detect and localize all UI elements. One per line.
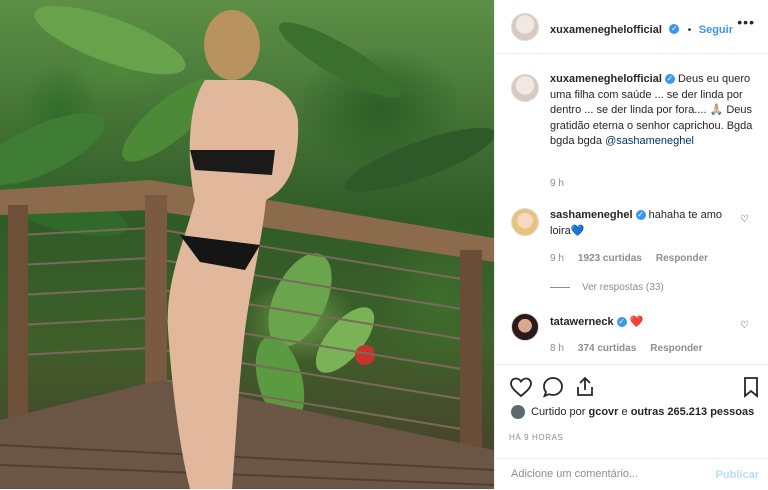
caption-mention-link[interactable]: @sashameneghel bbox=[605, 135, 694, 147]
caption-avatar[interactable] bbox=[511, 74, 539, 102]
comment-username[interactable]: sashameneghel bbox=[550, 209, 633, 221]
post-side-panel: xuxameneghelofficial ✓ • Seguir ••• xuxa… bbox=[494, 0, 768, 489]
post-actions: Curtido por gcovr e outras 265.213 pesso… bbox=[495, 364, 768, 489]
caption-username[interactable]: xuxameneghelofficial bbox=[550, 73, 662, 85]
comment-likes[interactable]: 1923 curtidas bbox=[578, 253, 642, 264]
comment-like-heart-icon[interactable]: ♡ bbox=[740, 214, 749, 225]
comment-username[interactable]: tatawerneck bbox=[550, 316, 614, 328]
add-comment-bar: Publicar bbox=[495, 458, 768, 490]
header-username[interactable]: xuxameneghelofficial bbox=[550, 24, 662, 36]
comment-text: tatawerneck ✓ ❤️ bbox=[550, 315, 730, 331]
heart-icon[interactable] bbox=[509, 375, 533, 399]
comment-meta: 8 h 374 curtidas Responder bbox=[550, 343, 717, 354]
liker-avatar[interactable] bbox=[511, 405, 525, 419]
post-photo[interactable] bbox=[0, 0, 494, 489]
comment-reply-button[interactable]: Responder bbox=[656, 253, 708, 264]
comment-avatar[interactable] bbox=[511, 208, 539, 236]
caption-time[interactable]: 9 h bbox=[550, 178, 564, 189]
comment-avatar[interactable] bbox=[511, 313, 539, 341]
view-replies-button[interactable]: Ver respostas (33) bbox=[550, 282, 664, 293]
header-user-row: xuxameneghelofficial ✓ • Seguir bbox=[550, 20, 733, 38]
comment-icon[interactable] bbox=[541, 375, 565, 399]
comment-likes[interactable]: 374 curtidas bbox=[578, 343, 636, 354]
comment-time[interactable]: 9 h bbox=[550, 253, 564, 264]
comment-meta: 9 h 1923 curtidas Responder bbox=[550, 253, 722, 264]
view-replies-label: Ver respostas (33) bbox=[582, 282, 664, 293]
comment-like-heart-icon[interactable]: ♡ bbox=[740, 320, 749, 331]
caption-text: xuxameneghelofficial ✓ Deus eu quero uma … bbox=[550, 72, 760, 150]
comment-emoji: ❤️ bbox=[629, 316, 644, 328]
share-icon[interactable] bbox=[573, 375, 597, 399]
avatar[interactable] bbox=[511, 13, 539, 41]
divider-line bbox=[550, 286, 570, 288]
comments-list: xuxameneghelofficial ✓ Deus eu quero uma … bbox=[495, 54, 768, 364]
publish-button[interactable]: Publicar bbox=[716, 469, 759, 481]
verified-badge-icon: ✓ bbox=[664, 74, 675, 85]
bookmark-icon[interactable] bbox=[739, 375, 763, 399]
liked-by-line: Curtido por gcovr e outras 265.213 pesso… bbox=[511, 405, 754, 419]
verified-badge-icon: ✓ bbox=[635, 210, 646, 221]
caption-emoji: 🙏🏼 bbox=[709, 104, 724, 116]
follow-button[interactable]: Seguir bbox=[699, 24, 733, 36]
verified-badge-icon: ✓ bbox=[616, 317, 627, 328]
photo-illustration bbox=[0, 5, 494, 489]
comment-reply-button[interactable]: Responder bbox=[650, 343, 702, 354]
liked-by-prefix: Curtido por bbox=[531, 405, 586, 418]
liked-by-others[interactable]: outras 265.213 pessoas bbox=[631, 406, 755, 418]
liked-by-user[interactable]: gcovr bbox=[588, 406, 618, 418]
caption-meta: 9 h bbox=[550, 178, 564, 189]
post-timestamp[interactable]: HÁ 9 HORAS bbox=[509, 433, 563, 442]
comment-time[interactable]: 8 h bbox=[550, 343, 564, 354]
instagram-post-view: xuxameneghelofficial ✓ • Seguir ••• xuxa… bbox=[0, 0, 768, 489]
post-header: xuxameneghelofficial ✓ • Seguir ••• bbox=[495, 0, 768, 54]
liked-by-middle: e bbox=[621, 405, 628, 418]
comment-emoji: 💙 bbox=[570, 224, 585, 237]
comment-input[interactable] bbox=[509, 467, 703, 481]
comment-text: sashameneghel ✓ hahaha te amo loira💙 bbox=[550, 208, 730, 239]
verified-badge-icon: ✓ bbox=[669, 23, 680, 34]
header-separator: • bbox=[687, 25, 692, 36]
more-dots-icon[interactable]: ••• bbox=[737, 14, 755, 30]
